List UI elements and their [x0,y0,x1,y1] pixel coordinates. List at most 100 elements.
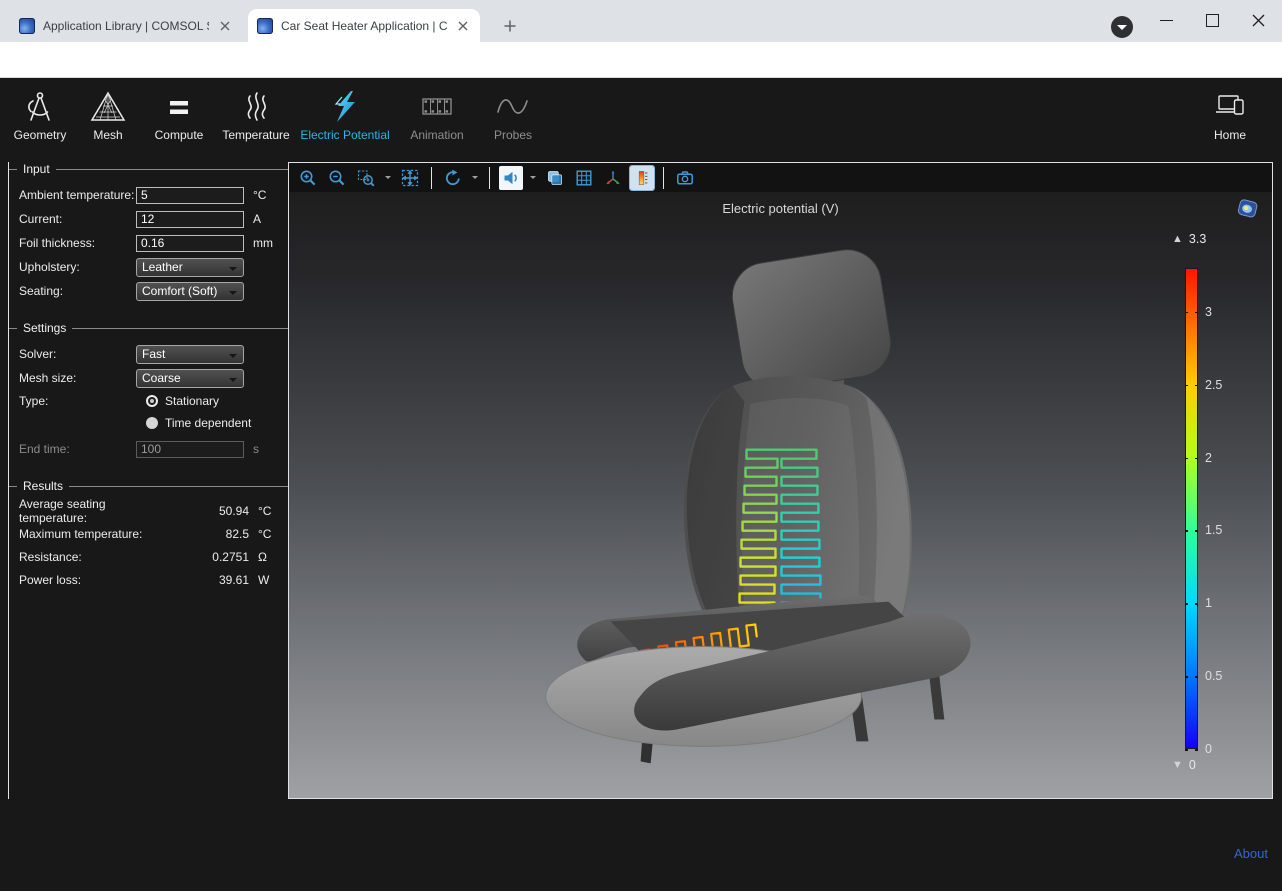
result-value: 0.2751 [151,550,249,564]
unit-label: °C [244,188,283,202]
graphics-toolbar [289,163,1272,192]
power-loss-row: Power loss: 39.61 W [19,572,288,588]
equals-icon [159,89,199,125]
current-input[interactable] [136,211,244,228]
time-dependent-radio[interactable] [146,417,158,429]
geometry-button[interactable]: Geometry [8,85,72,142]
current-row: Current: A [19,210,288,228]
settings-sidebar: Input Ambient temperature: °C Current: A… [9,162,288,595]
graphics-panel: Electric potential (V) [288,162,1273,799]
end-time-input [136,441,244,458]
max-temperature-row: Maximum temperature: 82.5 °C [19,526,288,542]
comsol-app: Geometry Mesh Compute [0,78,1282,891]
zoom-extents-icon[interactable] [398,166,422,190]
radio-label: Time dependent [165,416,251,430]
resistance-row: Resistance: 0.2751 Ω [19,549,288,565]
min-triangle-icon: ▼ [1172,759,1183,771]
upholstery-row: Upholstery: Leather [19,258,288,276]
zoom-box-icon[interactable] [354,166,378,190]
legend-tick: 0 [1205,742,1212,756]
zoom-box-menu-caret[interactable] [383,166,393,190]
legend-max: ▲ 3.3 [1172,232,1206,246]
heat-waves-icon [236,89,276,125]
zoom-in-icon[interactable] [296,166,320,190]
comsol-favicon [19,18,35,34]
upholstery-dropdown[interactable]: Leather [136,258,244,277]
color-legend-icon[interactable] [630,166,654,190]
tab-close-icon[interactable] [455,18,471,34]
zoom-out-icon[interactable] [325,166,349,190]
foil-thickness-input[interactable] [136,235,244,252]
drafting-compass-icon [20,89,60,125]
field-label: End time: [19,442,136,456]
triangle-mesh-icon [88,89,128,125]
field-label: Ambient temperature: [19,188,136,202]
about-link[interactable]: About [1234,846,1268,861]
chevron-down-icon [229,291,237,299]
field-label: Upholstery: [19,260,136,274]
electric-potential-button[interactable]: Electric Potential [298,85,392,142]
chevron-down-icon [229,354,237,362]
animation-button[interactable]: Animation [396,85,478,142]
max-value: 3.3 [1189,232,1206,246]
legend-tick: 0.5 [1205,669,1222,683]
probes-button[interactable]: Probes [482,85,544,142]
lightning-bolt-icon [325,89,365,125]
scene-light-icon[interactable] [499,166,523,190]
mesh-button[interactable]: Mesh [76,85,140,142]
window-minimize-button[interactable] [1143,0,1189,40]
grid-icon[interactable] [572,166,596,190]
toolbar-separator [663,167,664,189]
scene-light-menu-caret[interactable] [528,166,538,190]
results-group-header: Results [9,479,288,493]
result-value: 50.94 [151,504,249,518]
ambient-temperature-row: Ambient temperature: °C [19,186,288,204]
tab-application-library[interactable]: Application Library | COMSOL Se [10,9,242,42]
mesh-size-row: Mesh size: Coarse [19,369,288,387]
stationary-radio[interactable] [146,395,158,407]
browser-tab-strip: Application Library | COMSOL Se Car Seat… [0,0,1282,42]
snapshot-camera-icon[interactable] [673,166,697,190]
settings-group-header: Settings [9,321,288,335]
temperature-button[interactable]: Temperature [218,85,294,142]
legend-tick: 3 [1205,305,1212,319]
legend-tick: 1 [1205,596,1212,610]
tab-title: Application Library | COMSOL Se [43,19,209,33]
ambient-temperature-input[interactable] [136,187,244,204]
toolbar-separator [431,167,432,189]
headrest [727,245,895,395]
solver-dropdown[interactable]: Fast [136,345,244,364]
tab-title: Car Seat Heater Application | CO [281,19,447,33]
transparency-icon[interactable] [543,166,567,190]
solver-row: Solver: Fast [19,345,288,363]
stationary-radio-row: Stationary [146,393,288,408]
rotate-menu-caret[interactable] [470,166,480,190]
seating-dropdown[interactable]: Comfort (Soft) [136,282,244,301]
window-close-button[interactable] [1235,0,1281,40]
browser-update-badge[interactable] [1111,16,1133,38]
comsol-favicon [257,18,273,34]
axes-orientation-icon[interactable] [601,166,625,190]
time-dependent-radio-row: Time dependent [146,415,288,430]
radio-label: Stationary [165,394,219,408]
film-strip-icon [417,89,457,125]
rotate-icon[interactable] [441,166,465,190]
foil-thickness-row: Foil thickness: mm [19,234,288,252]
tab-car-seat-heater[interactable]: Car Seat Heater Application | CO [248,9,480,42]
compute-button[interactable]: Compute [144,85,214,142]
end-time-row: End time: s [19,440,288,458]
field-label: Mesh size: [19,371,136,385]
new-tab-button[interactable] [497,13,523,39]
plot-canvas[interactable]: Electric potential (V) [289,192,1272,798]
chevron-down-icon [229,378,237,386]
input-group-header: Input [9,162,288,176]
tab-close-icon[interactable] [217,18,233,34]
window-maximize-button[interactable] [1189,0,1235,40]
mesh-size-dropdown[interactable]: Coarse [136,369,244,388]
browser-address-bar: comsol.com/server-demo/app/car_seat_heat… [0,42,1282,78]
min-value: 0 [1189,758,1196,772]
avg-seating-temperature-row: Average seating temperature: 50.94 °C [19,503,288,519]
legend-tick: 2.5 [1205,378,1222,392]
home-button[interactable]: Home [1194,85,1266,142]
seating-row: Seating: Comfort (Soft) [19,282,288,300]
